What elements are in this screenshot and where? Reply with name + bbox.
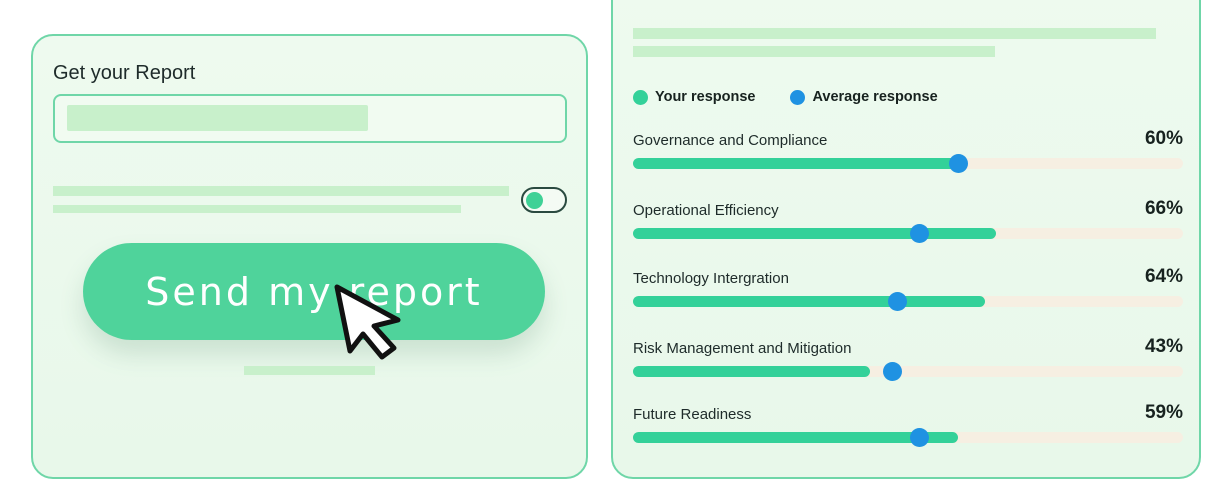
your-response-bar bbox=[633, 366, 870, 377]
average-response-dot-icon bbox=[790, 89, 806, 105]
metric-value: 43% bbox=[1144, 336, 1183, 357]
metric-label: Future Readiness bbox=[633, 406, 752, 423]
results-card: Your response Average response Governanc… bbox=[611, 0, 1201, 479]
metric-row: Governance and Compliance 60% bbox=[633, 128, 1183, 182]
metric-track bbox=[633, 362, 1183, 381]
your-response-bar bbox=[633, 228, 996, 239]
metric-value: 60% bbox=[1144, 128, 1183, 149]
consent-text-bar-secondary bbox=[53, 205, 461, 213]
intro-text-bar bbox=[633, 28, 1156, 39]
metric-track bbox=[633, 428, 1183, 447]
consent-text-bar bbox=[53, 186, 509, 196]
metric-row: Operational Efficiency 66% bbox=[633, 198, 1183, 252]
toggle-knob bbox=[526, 192, 543, 209]
report-screen: Get your Report Send my report Your resp… bbox=[0, 0, 1214, 481]
report-input[interactable] bbox=[53, 94, 567, 143]
your-response-bar bbox=[633, 158, 963, 169]
average-response-dot bbox=[910, 428, 929, 447]
metric-value: 66% bbox=[1144, 198, 1183, 219]
average-response-dot bbox=[882, 362, 902, 381]
your-response-bar bbox=[633, 296, 985, 307]
intro-text-bar-secondary bbox=[633, 46, 995, 57]
arrow-cursor-icon bbox=[334, 284, 401, 360]
legend-your-label: Your response bbox=[655, 89, 756, 105]
metric-row: Future Readiness 59% bbox=[633, 402, 1183, 456]
average-response-dot bbox=[948, 154, 968, 173]
footer-text-bar bbox=[244, 366, 375, 375]
metric-value: 64% bbox=[1144, 266, 1183, 287]
your-response-bar bbox=[633, 432, 958, 443]
metric-track bbox=[633, 154, 1183, 173]
metric-track bbox=[633, 224, 1183, 243]
metric-track bbox=[633, 292, 1183, 311]
legend-average-label: Average response bbox=[812, 89, 938, 105]
legend-average-response: Average response bbox=[790, 89, 938, 105]
metric-value: 59% bbox=[1144, 402, 1183, 423]
metric-row: Risk Management and Mitigation 43% bbox=[633, 336, 1183, 390]
average-response-dot bbox=[910, 224, 929, 243]
metric-label: Risk Management and Mitigation bbox=[633, 340, 852, 357]
input-placeholder-bar bbox=[67, 105, 368, 131]
send-report-button[interactable]: Send my report bbox=[83, 243, 545, 340]
report-form-card: Get your Report Send my report bbox=[31, 34, 588, 479]
metric-row: Technology Intergration 64% bbox=[633, 266, 1183, 320]
legend-your-response: Your response bbox=[633, 89, 755, 105]
metric-label: Operational Efficiency bbox=[633, 202, 779, 219]
chart-legend: Your response Average response bbox=[633, 87, 973, 107]
your-response-dot-icon bbox=[633, 89, 648, 105]
form-title: Get your Report bbox=[53, 62, 196, 84]
metric-label: Technology Intergration bbox=[633, 270, 789, 287]
average-response-dot bbox=[888, 292, 907, 311]
metric-label: Governance and Compliance bbox=[633, 132, 828, 149]
consent-toggle[interactable] bbox=[521, 187, 567, 213]
